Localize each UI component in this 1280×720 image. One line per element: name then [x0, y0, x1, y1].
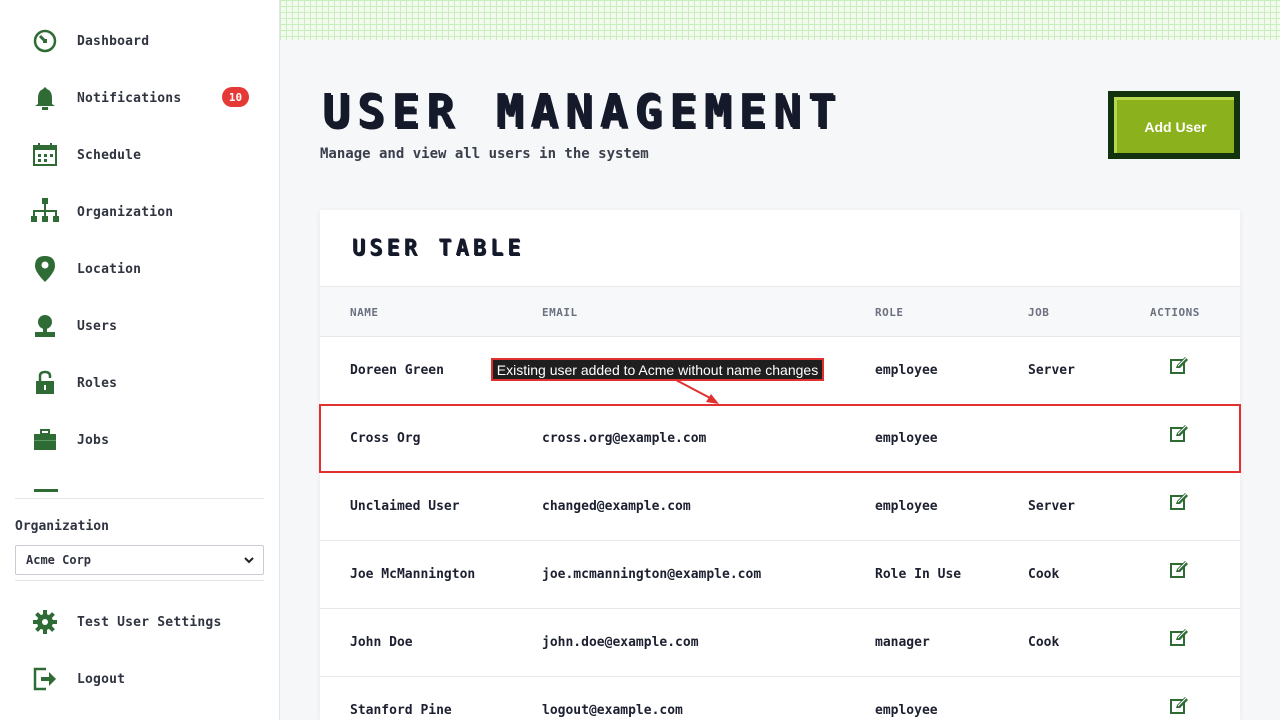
cell-email: john.doe@example.com [542, 635, 699, 650]
cell-email: joe.mcmannington@example.com [542, 567, 762, 582]
sidebar-item-dashboard[interactable]: Dashboard [28, 21, 264, 61]
cell-role: manager [875, 635, 930, 650]
cell-role: employee [875, 499, 938, 514]
organization-label: Organization [15, 519, 109, 534]
sidebar-item-logout[interactable]: Logout [28, 659, 264, 699]
sidebar-item-label: Users [77, 318, 118, 334]
sidebar-item-organization[interactable]: Organization [28, 192, 264, 232]
cell-role: employee [875, 703, 938, 718]
page-title: USER MANAGEMENT [322, 84, 843, 138]
sidebar-item-label: Roles [77, 375, 118, 391]
sidebar-divider [15, 580, 264, 581]
annotation-callout: Existing user added to Acme without name… [491, 358, 824, 381]
sidebar-item-schedule[interactable]: Schedule [28, 135, 264, 175]
logout-icon [28, 662, 62, 696]
briefcase-icon [28, 423, 62, 457]
edit-icon[interactable] [1170, 561, 1190, 581]
cell-role: employee [875, 363, 938, 378]
column-header-name: NAME [350, 306, 379, 319]
sidebar-item-label: Location [77, 261, 142, 277]
sidebar-item-notifications[interactable]: Notifications 10 [28, 78, 264, 118]
sidebar-item-location[interactable]: Location [28, 249, 264, 289]
bell-icon [28, 81, 62, 115]
sidebar-item-label: Schedule [77, 147, 142, 163]
cell-name: Unclaimed User [350, 499, 460, 514]
table-header: NAME EMAIL ROLE JOB ACTIONS [320, 286, 1240, 337]
column-header-email: EMAIL [542, 306, 578, 319]
table-row: Unclaimed User changed@example.com emplo… [320, 473, 1240, 541]
gear-icon [28, 605, 62, 639]
sidebar-item-jobs[interactable]: Jobs [28, 420, 264, 460]
cell-job: Cook [1028, 635, 1060, 650]
add-user-button-label: Add User [1114, 97, 1234, 153]
column-header-job: JOB [1028, 306, 1050, 319]
org-chart-icon [28, 195, 62, 229]
edit-icon[interactable] [1170, 697, 1190, 717]
add-user-button[interactable]: Add User [1108, 91, 1240, 159]
chevron-down-icon [243, 554, 255, 569]
dashboard-gauge-icon [28, 24, 62, 58]
sidebar: Dashboard Notifications 10 Schedule Orga… [0, 0, 280, 720]
sidebar-item-label: Dashboard [77, 33, 150, 49]
unlocked-padlock-icon [28, 366, 62, 400]
map-pin-icon [28, 252, 62, 286]
user-table-title: USER TABLE [352, 236, 525, 261]
sidebar-item-test-user-settings[interactable]: Test User Settings [28, 602, 264, 642]
column-header-actions: ACTIONS [1150, 306, 1200, 319]
user-icon [28, 309, 62, 343]
sidebar-item-users[interactable]: Users [28, 306, 264, 346]
decorative-grid-band [280, 0, 1280, 40]
notification-count-badge: 10 [222, 87, 249, 107]
sidebar-item-roles[interactable]: Roles [28, 363, 264, 403]
sidebar-nav: Dashboard Notifications 10 Schedule Orga… [0, 0, 280, 492]
cell-name: Joe McMannington [350, 567, 476, 582]
highlight-box [319, 404, 1241, 473]
edit-icon[interactable] [1170, 493, 1190, 513]
sidebar-next-item-partial [34, 489, 58, 492]
cell-job: Server [1028, 363, 1075, 378]
cell-job: Cook [1028, 567, 1060, 582]
table-row: Stanford Pine logout@example.com employe… [320, 677, 1240, 720]
sidebar-item-label: Logout [77, 671, 126, 687]
cell-name: John Doe [350, 635, 413, 650]
edit-icon[interactable] [1170, 629, 1190, 649]
sidebar-item-label: Test User Settings [77, 614, 222, 630]
edit-icon[interactable] [1170, 357, 1190, 377]
column-header-role: ROLE [875, 306, 904, 319]
calendar-icon [28, 138, 62, 172]
sidebar-item-label: Jobs [77, 432, 110, 448]
cell-email: logout@example.com [542, 703, 683, 718]
sidebar-item-label: Organization [77, 204, 174, 220]
organization-selected-value: Acme Corp [26, 553, 92, 567]
table-row: Joe McMannington joe.mcmannington@exampl… [320, 541, 1240, 609]
cell-name: Stanford Pine [350, 703, 452, 718]
cell-name: Doreen Green [350, 363, 444, 378]
organization-select[interactable]: Acme Corp [15, 545, 264, 575]
sidebar-item-label: Notifications [77, 90, 182, 106]
cell-role: Role In Use [875, 567, 962, 582]
page-subtitle: Manage and view all users in the system [320, 146, 649, 162]
cell-email: changed@example.com [542, 499, 691, 514]
table-row: John Doe john.doe@example.com manager Co… [320, 609, 1240, 677]
sidebar-divider [15, 498, 264, 499]
cell-job: Server [1028, 499, 1075, 514]
